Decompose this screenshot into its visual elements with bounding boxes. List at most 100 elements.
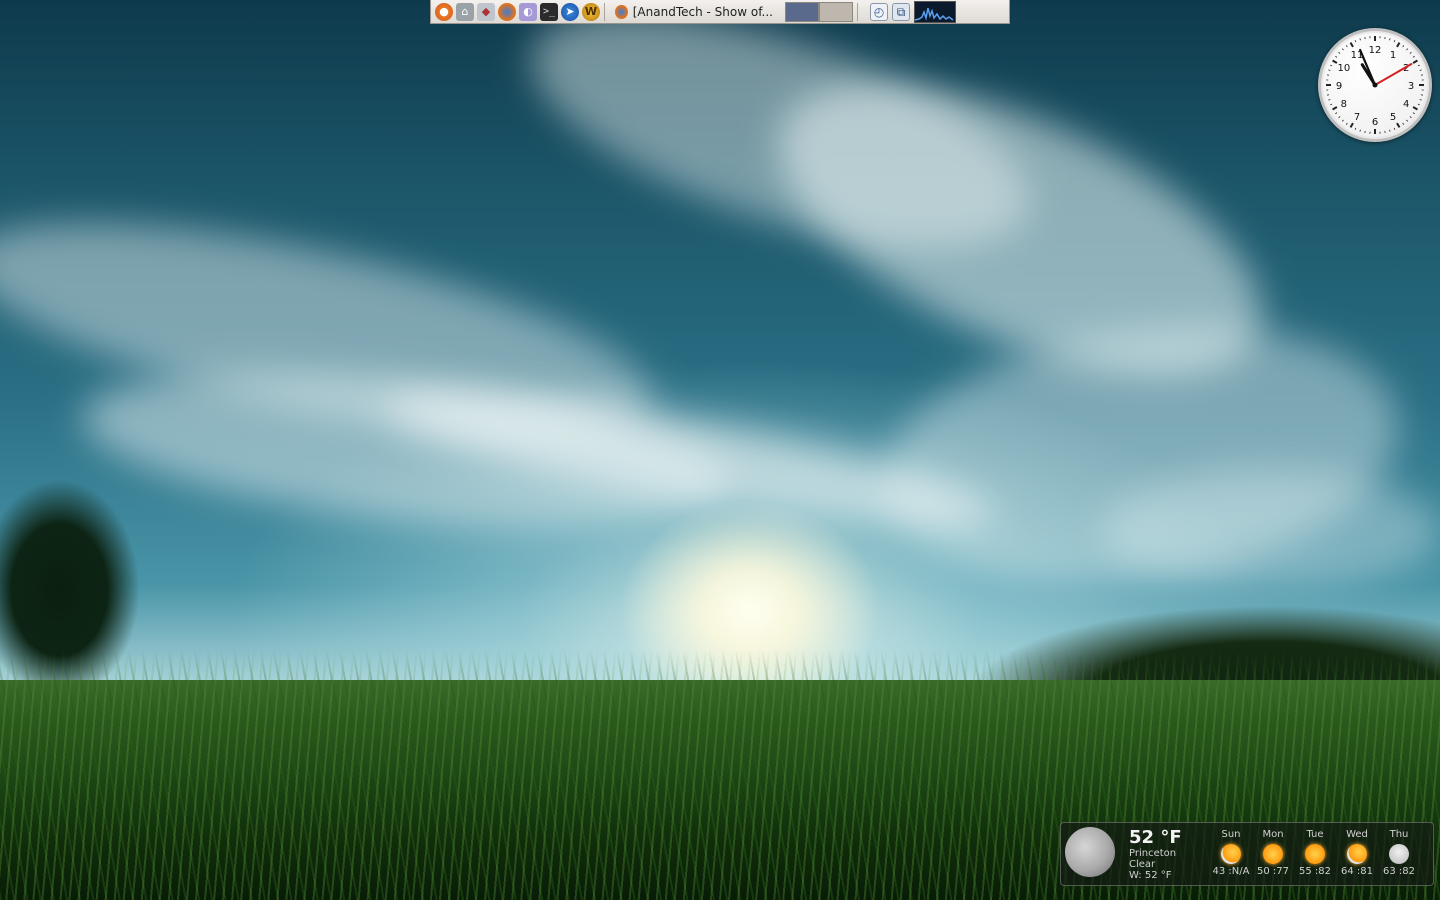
workspace-switcher[interactable] xyxy=(785,1,853,22)
compass-browser-icon[interactable]: ➤ xyxy=(561,2,579,21)
firefox-icon xyxy=(615,4,628,19)
weather-widget[interactable]: 52 °F Princeton Clear W: 52 °F Sun 43 :N… xyxy=(1060,822,1434,886)
clock-tick xyxy=(1354,40,1357,43)
clock-numeral: 8 xyxy=(1341,99,1347,110)
clock-numeral: 6 xyxy=(1372,117,1378,128)
clock-tick xyxy=(1341,119,1344,122)
clock-tick xyxy=(1419,69,1422,71)
clock-tick xyxy=(1345,45,1348,48)
clock-tick xyxy=(1412,55,1415,58)
clock-tick xyxy=(1389,38,1391,41)
moon-icon xyxy=(1065,827,1115,877)
forecast-day: Mon 50 :77 xyxy=(1253,829,1293,877)
panel-separator xyxy=(604,2,605,21)
forecast-day: Tue 55 :82 xyxy=(1295,829,1335,877)
firefox-icon[interactable] xyxy=(498,2,516,21)
clock-tick xyxy=(1332,59,1338,64)
clock-tick xyxy=(1396,42,1401,48)
desktop[interactable]: ● ⌂ ◆ ◐ >_ ➤ W [AnandTech - Show of... ◴… xyxy=(0,0,1440,900)
clock-tick xyxy=(1393,40,1396,43)
clock-numeral: 1 xyxy=(1390,50,1396,61)
clock-tick xyxy=(1406,119,1409,122)
clock-tick xyxy=(1349,122,1354,128)
clock-tick xyxy=(1345,122,1348,125)
clock-tick xyxy=(1338,51,1341,54)
clock-numeral: 3 xyxy=(1408,81,1414,92)
forecast-day: Wed 64 :81 xyxy=(1337,829,1377,877)
clock-tick xyxy=(1389,129,1391,132)
forecast-day-label: Sun xyxy=(1221,829,1241,840)
clock-tick xyxy=(1396,122,1401,128)
taskbar-window-title: [AnandTech - Show of... xyxy=(632,4,773,19)
forecast-day-label: Wed xyxy=(1346,829,1368,840)
network-monitor-graph[interactable] xyxy=(914,0,956,23)
clock-numeral: 5 xyxy=(1390,112,1396,123)
clock-tick xyxy=(1341,48,1344,51)
clock-numeral: 9 xyxy=(1336,81,1342,92)
system-tray: ◴ ⧉ xyxy=(870,0,956,23)
clock-tick xyxy=(1417,64,1420,67)
clock-tick xyxy=(1406,48,1409,51)
forecast-day-label: Thu xyxy=(1389,829,1409,840)
sunny-icon xyxy=(1263,844,1283,864)
clock-tick xyxy=(1354,127,1357,130)
analog-clock[interactable]: 12 1 2 3 4 5 6 7 8 9 10 11 xyxy=(1318,28,1432,142)
clock-tick xyxy=(1417,103,1420,106)
weather-wind: W: 52 °F xyxy=(1129,870,1172,881)
workspace-1[interactable] xyxy=(785,1,819,22)
clock-numeral: 10 xyxy=(1337,63,1350,74)
clock-tick xyxy=(1402,122,1405,125)
clock-tick xyxy=(1402,45,1405,48)
thunderstorm-icon xyxy=(1389,844,1409,864)
clock-numeral: 4 xyxy=(1403,99,1409,110)
weather-condition: Clear xyxy=(1129,859,1156,870)
clock-tick xyxy=(1359,129,1361,132)
terminal-icon[interactable]: >_ xyxy=(540,2,558,21)
clock-tick xyxy=(1335,112,1338,115)
clock-tick xyxy=(1335,55,1338,58)
partly-cloudy-icon xyxy=(1221,844,1241,864)
forecast-day: Sun 43 :N/A xyxy=(1211,829,1251,877)
forecast-range: 63 :82 xyxy=(1383,866,1415,877)
forecast-day: Thu 63 :82 xyxy=(1379,829,1419,877)
clock-tick xyxy=(1359,38,1361,41)
clock-tick xyxy=(1328,69,1331,71)
workspace-2[interactable] xyxy=(819,1,853,22)
partly-cloudy-icon xyxy=(1347,844,1367,864)
panel-separator xyxy=(857,2,858,21)
clock-face: 12 1234567891011 xyxy=(1326,36,1424,134)
clock-tick xyxy=(1412,59,1418,64)
forecast-day-label: Mon xyxy=(1262,829,1284,840)
forecast-range: 43 :N/A xyxy=(1212,866,1250,877)
clock-tick xyxy=(1409,116,1412,119)
clock-tick xyxy=(1409,51,1412,54)
current-temperature: 52 °F xyxy=(1129,827,1182,848)
launcher-area: ● ⌂ ◆ ◐ >_ ➤ W xyxy=(431,0,600,23)
forecast-range: 55 :82 xyxy=(1299,866,1331,877)
taskbar-window-button[interactable]: [AnandTech - Show of... xyxy=(609,2,779,22)
ubuntu-menu-icon[interactable]: ● xyxy=(435,2,453,21)
clock-tick xyxy=(1332,106,1338,111)
clock-tick xyxy=(1349,42,1354,48)
pidgin-icon[interactable]: ◐ xyxy=(519,2,537,21)
world-of-warcraft-icon[interactable]: W xyxy=(582,2,600,21)
top-panel: ● ⌂ ◆ ◐ >_ ➤ W [AnandTech - Show of... ◴… xyxy=(430,0,1010,24)
clock-tick xyxy=(1330,103,1333,106)
forecast-range: 50 :77 xyxy=(1257,866,1289,877)
network-monitor-bars xyxy=(915,7,954,21)
home-folder-icon[interactable]: ⌂ xyxy=(456,2,474,21)
forecast-range: 64 :81 xyxy=(1341,866,1373,877)
network-applet-icon[interactable]: ⧉ xyxy=(892,2,910,21)
forecast-day-label: Tue xyxy=(1306,829,1324,840)
clock-tick xyxy=(1412,106,1418,111)
clock-applet-icon[interactable]: ◴ xyxy=(870,2,888,21)
clock-tick xyxy=(1330,64,1333,67)
clock-tick xyxy=(1393,127,1396,130)
network-places-icon[interactable]: ◆ xyxy=(477,2,495,21)
clock-tick xyxy=(1338,116,1341,119)
clock-numeral: 7 xyxy=(1354,112,1360,123)
clock-numeral: 12 xyxy=(1369,45,1382,56)
clock-tick xyxy=(1328,99,1331,101)
weather-location: Princeton xyxy=(1129,848,1177,859)
clock-tick xyxy=(1412,112,1415,115)
